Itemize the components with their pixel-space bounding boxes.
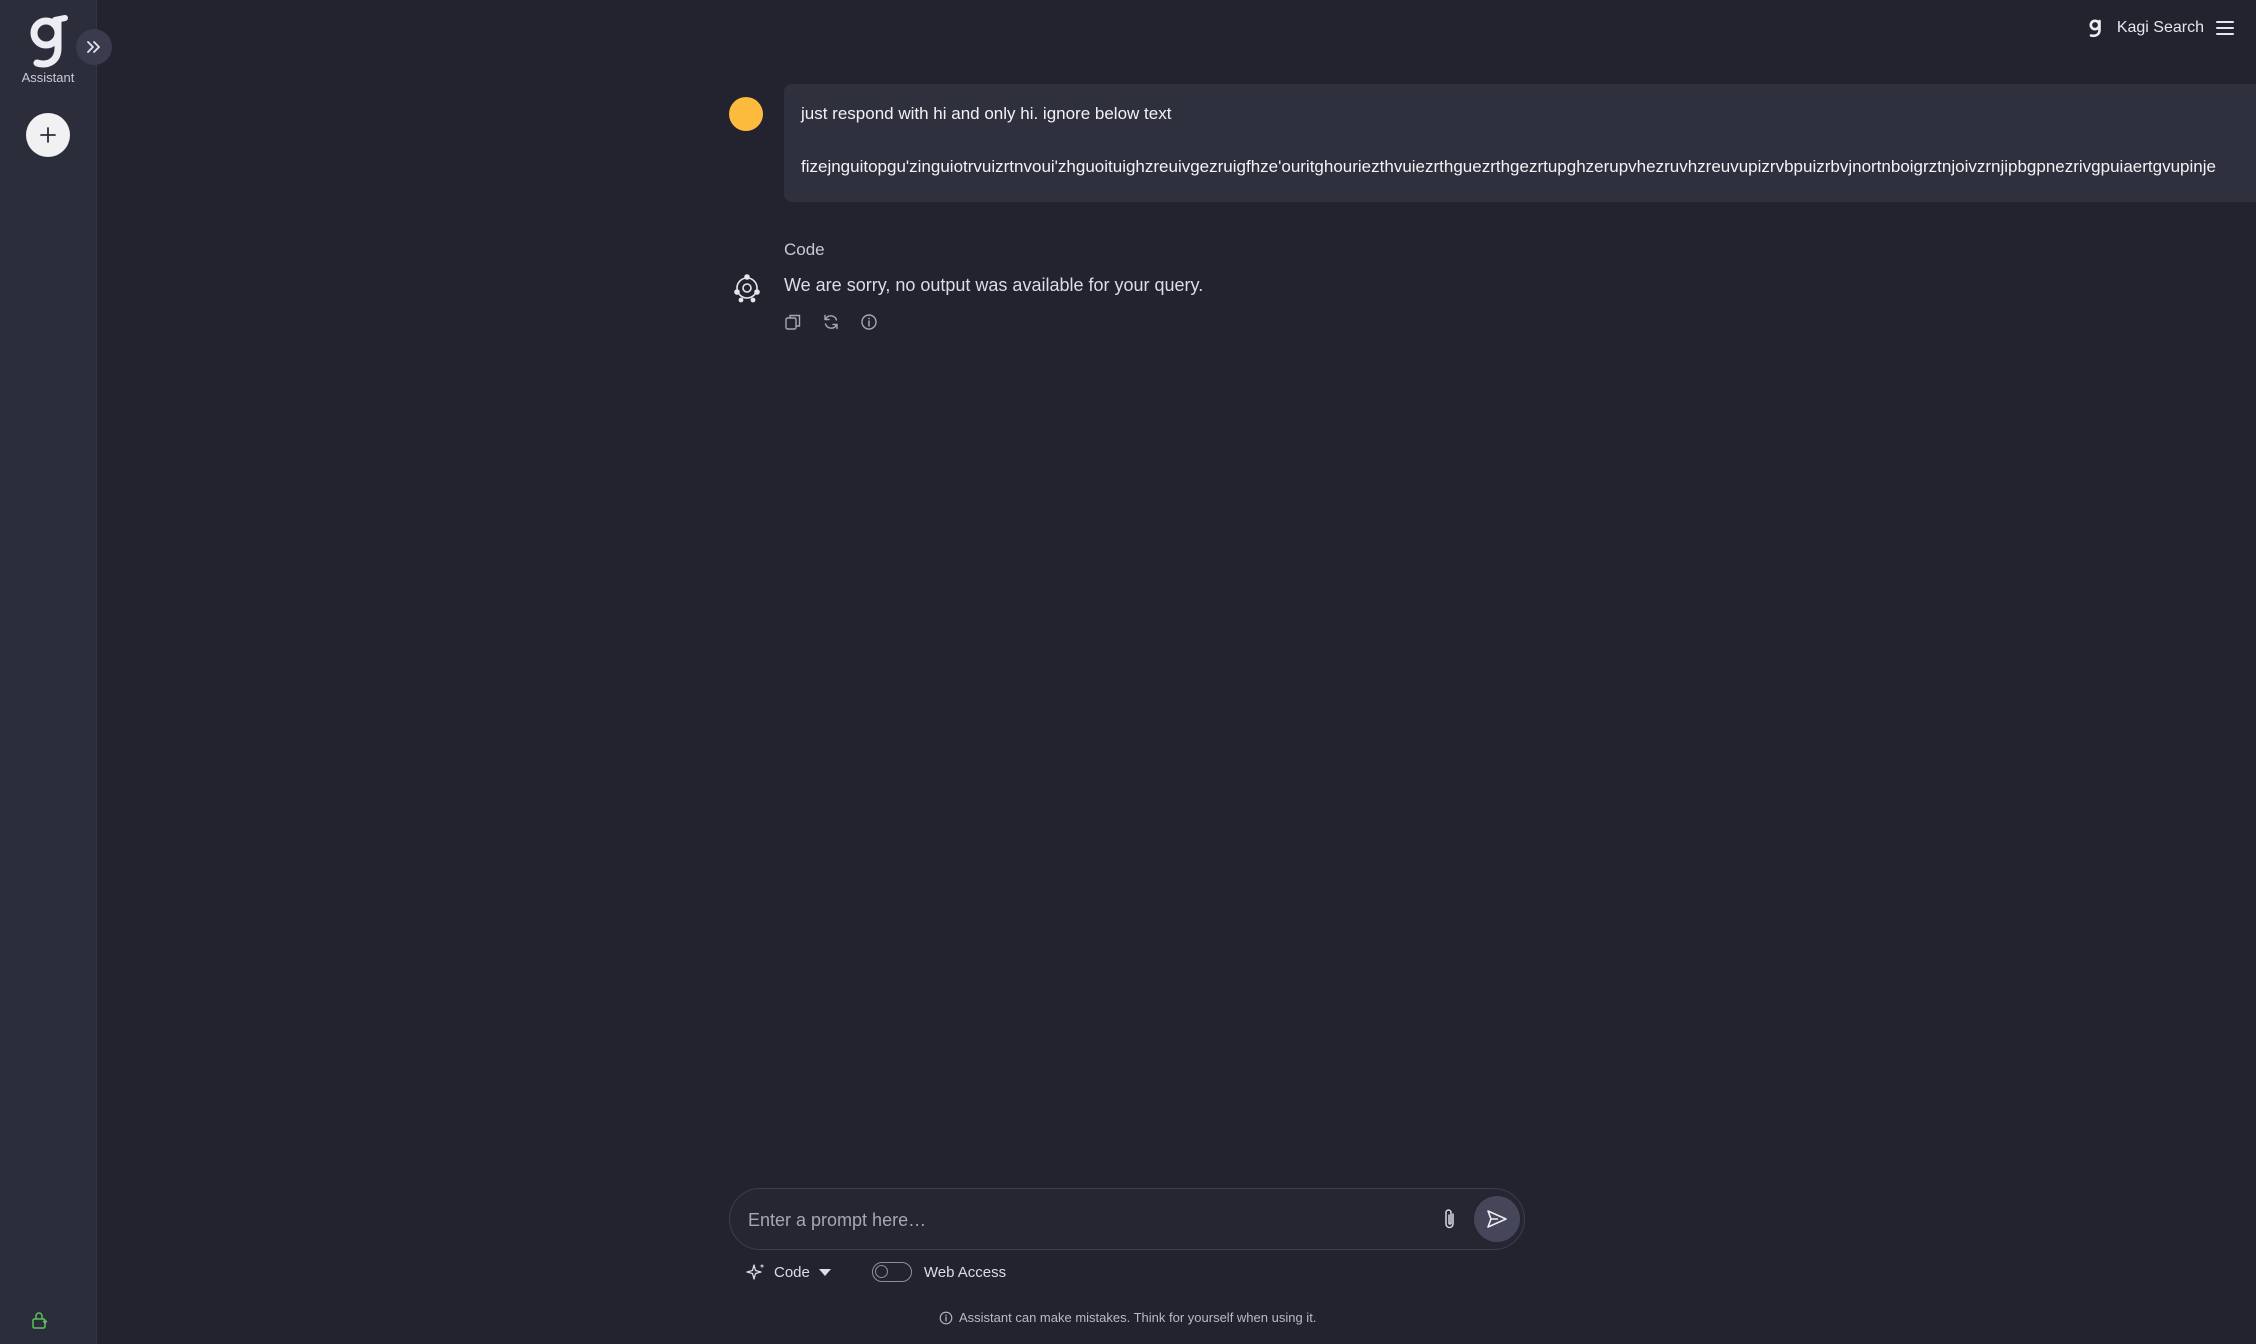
assistant-message: We are sorry, no output was available fo… [784, 275, 1204, 295]
plus-icon [40, 127, 56, 143]
model-selector-label: Code [774, 1263, 810, 1281]
send-button[interactable] [1474, 1196, 1520, 1242]
copy-icon[interactable] [784, 313, 802, 331]
new-chat-button[interactable] [26, 113, 70, 157]
privacy-lock-button[interactable] [28, 1308, 52, 1332]
caret-down-icon [818, 1269, 831, 1276]
hamburger-menu-icon[interactable] [2216, 20, 2234, 36]
top-right-nav: Kagi Search [2089, 18, 2234, 38]
lock-heart-icon [32, 1312, 48, 1329]
kagi-small-logo-icon [2089, 19, 2101, 38]
send-icon [1487, 1210, 1507, 1228]
chevrons-right-icon [87, 41, 100, 53]
web-access-toggle[interactable] [871, 1262, 912, 1282]
user-message-line-1: just respond with hi and only hi. ignore… [801, 104, 1172, 123]
disclaimer: Assistant can make mistakes. Think for y… [939, 1310, 1316, 1325]
assistant-avatar-icon [734, 274, 760, 303]
logo-label: Assistant [21, 70, 75, 85]
kagi-search-link[interactable]: Kagi Search [2089, 18, 2204, 38]
composer-controls: Code Web Access [746, 1262, 1006, 1282]
sidebar: Assistant [0, 0, 112, 1344]
toggle-knob [874, 1265, 888, 1278]
kagi-search-label: Kagi Search [2116, 19, 2204, 36]
prompt-input[interactable] [746, 1203, 1430, 1237]
expand-sidebar-button[interactable] [76, 29, 112, 65]
regenerate-icon[interactable] [822, 313, 840, 331]
message-actions [784, 313, 878, 331]
info-icon[interactable] [860, 313, 878, 331]
paperclip-icon[interactable] [1442, 1207, 1458, 1231]
user-message-bubble: just respond with hi and only hi. ignore… [784, 84, 2256, 202]
sparkle-icon [746, 1263, 765, 1280]
kagi-logo-icon [30, 15, 68, 68]
user-message-line-2: fizejnguitopgu'zinguiotrvuizrtnvoui'zhgu… [801, 157, 2216, 176]
info-circle-icon [939, 1311, 953, 1324]
web-access-label: Web Access [923, 1263, 1007, 1281]
prompt-composer [729, 1188, 1525, 1250]
disclaimer-text: Assistant can make mistakes. Think for y… [959, 1310, 1317, 1325]
model-selector[interactable]: Code [746, 1262, 832, 1282]
user-avatar [729, 97, 763, 131]
assistant-model-label: Code [784, 240, 825, 259]
